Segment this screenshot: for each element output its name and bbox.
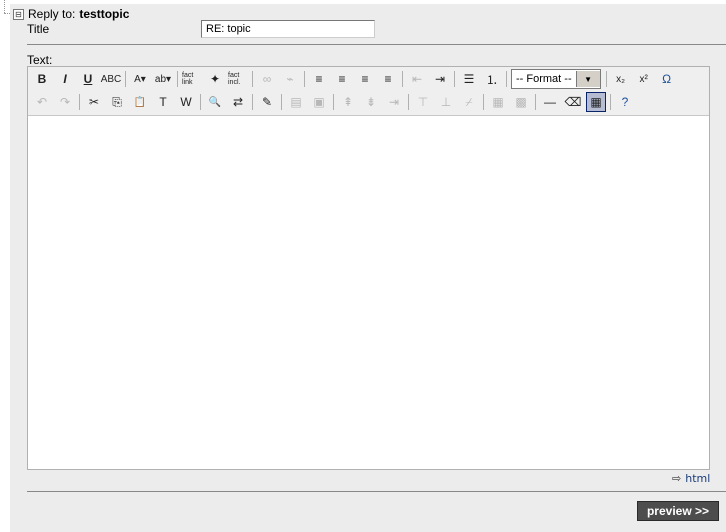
highlight-color-icon[interactable]: ab▾ — [153, 69, 173, 89]
align-justify-icon[interactable]: ≡ — [378, 69, 398, 89]
remove-format-icon[interactable]: ⌫ — [563, 92, 583, 112]
link-icon[interactable]: ∞ — [257, 69, 277, 89]
toolbar-separator — [605, 71, 607, 87]
expand-icon[interactable]: ⊟ — [13, 8, 24, 20]
text-label: Text: — [27, 53, 53, 67]
title-input[interactable] — [201, 20, 375, 38]
paste-icon[interactable]: 📋 — [130, 92, 150, 112]
toolbar-separator — [200, 94, 201, 110]
toolbar-separator — [333, 94, 334, 110]
insert-row-after-icon[interactable]: ⇟ — [361, 92, 381, 112]
chevron-down-icon[interactable]: ▼ — [575, 71, 600, 87]
split-cells-icon[interactable]: ▦ — [488, 92, 508, 112]
numbered-list-icon[interactable]: ⒈ — [482, 69, 502, 89]
source-toggle: ⇨ html — [672, 472, 710, 485]
toolbar-separator — [304, 71, 305, 87]
reply-header: ⊟ Reply to: testtopic — [13, 7, 129, 21]
insert-row-before-icon[interactable]: ⇞ — [338, 92, 358, 112]
delete-col-icon[interactable]: ⌿ — [459, 92, 479, 112]
help-icon[interactable]: ? — [615, 92, 635, 112]
replace-icon[interactable]: ⇄ — [228, 92, 248, 112]
title-label: Title — [27, 22, 50, 36]
table-icon[interactable]: ▦ — [586, 92, 606, 112]
special-char-icon[interactable]: Ω — [657, 69, 677, 89]
toolbar-separator — [610, 94, 611, 110]
align-right-icon[interactable]: ≡ — [355, 69, 375, 89]
strikethrough-icon[interactable]: ABC — [101, 69, 122, 89]
table-props-icon[interactable]: ▣ — [309, 92, 329, 112]
copy-icon[interactable]: ⎘ — [107, 92, 127, 112]
toolbar-separator — [506, 71, 507, 87]
undo-icon[interactable]: ↶ — [32, 92, 52, 112]
font-color-icon[interactable]: A▾ — [130, 69, 150, 89]
format-select[interactable]: -- Format -- ▼ — [511, 69, 601, 89]
toolbar-separator — [252, 94, 253, 110]
align-center-icon[interactable]: ≡ — [332, 69, 352, 89]
align-left-icon[interactable]: ≡ — [309, 69, 329, 89]
toolbar-separator — [408, 94, 409, 110]
outdent-icon[interactable]: ⇤ — [407, 69, 427, 89]
rich-text-editor: B I U ABC A▾ ab▾ fact link ✦ fact incl. ∞ ⌁ ≡ ≡ ≡ ≡ ⇤ ⇥ ☰… — [27, 66, 710, 470]
toolbar-separator — [79, 94, 80, 110]
indent-icon[interactable]: ⇥ — [430, 69, 450, 89]
toolbar-separator — [177, 71, 178, 87]
table-row-icon[interactable]: ▤ — [286, 92, 306, 112]
paste-word-icon[interactable]: W — [176, 92, 196, 112]
fact-link-icon[interactable]: fact link — [182, 69, 202, 89]
subscript-icon[interactable]: x₂ — [611, 69, 631, 89]
superscript-icon[interactable]: x² — [634, 69, 654, 89]
insert-col-after-icon[interactable]: ⊥ — [436, 92, 456, 112]
tree-connector-vertical — [4, 0, 5, 13]
divider-top — [27, 44, 726, 45]
fact-include-icon[interactable]: fact incl. — [228, 69, 248, 89]
toolbar-row-1: B I U ABC A▾ ab▾ fact link ✦ fact incl. ∞ ⌁ ≡ ≡ ≡ ≡ ⇤ ⇥ ☰… — [32, 68, 680, 90]
italic-icon[interactable]: I — [55, 69, 75, 89]
editor-content-area[interactable] — [28, 116, 709, 469]
toolbar-row-2: ↶ ↷ ✂ ⎘ 📋 T W 🔍 ⇄ ✎ ▤ ▣ ⇞ ⇟ ⇥ ⊤ ⊥ ⌿ ▦ ▩ — ⌫ ▦? — [32, 91, 638, 113]
toolbar-separator — [402, 71, 403, 87]
merge-cells-icon[interactable]: ▩ — [511, 92, 531, 112]
divider-bottom — [27, 491, 726, 492]
insert-col-before-icon[interactable]: ⊤ — [413, 92, 433, 112]
html-source-icon[interactable]: html — [685, 472, 710, 485]
toolbar-separator — [454, 71, 455, 87]
reply-prefix: Reply to: — [28, 7, 76, 21]
paste-text-icon[interactable]: T — [153, 92, 173, 112]
reply-panel: ⊟ Reply to: testtopic Title Text: BIUABC… — [10, 4, 726, 532]
toolbar-separator — [483, 94, 484, 110]
find-icon[interactable]: 🔍 — [205, 92, 225, 112]
unlink-icon[interactable]: ⌁ — [280, 69, 300, 89]
bold-icon[interactable]: B — [32, 69, 52, 89]
redo-icon[interactable]: ↷ — [55, 92, 75, 112]
edit-icon[interactable]: ✎ — [257, 92, 277, 112]
reply-topic: testtopic — [79, 7, 130, 21]
toolbar-separator — [252, 71, 253, 87]
format-select-value: -- Format -- — [516, 73, 572, 85]
horizontal-rule-icon[interactable]: — — [540, 92, 560, 112]
cut-icon[interactable]: ✂ — [84, 92, 104, 112]
fact-style-icon[interactable]: ✦ — [205, 69, 225, 89]
preview-button[interactable]: preview >> — [637, 501, 719, 521]
toolbar-separator — [125, 71, 126, 87]
editor-toolbar: B I U ABC A▾ ab▾ fact link ✦ fact incl. ∞ ⌁ ≡ ≡ ≡ ≡ ⇤ ⇥ ☰… — [28, 67, 709, 116]
bullet-list-icon[interactable]: ☰ — [459, 69, 479, 89]
delete-row-icon[interactable]: ⇥ — [384, 92, 404, 112]
toolbar-separator — [535, 94, 536, 110]
arrow-right-icon[interactable]: ⇨ — [672, 472, 681, 485]
underline-icon[interactable]: U — [78, 69, 98, 89]
toolbar-separator — [281, 94, 282, 110]
